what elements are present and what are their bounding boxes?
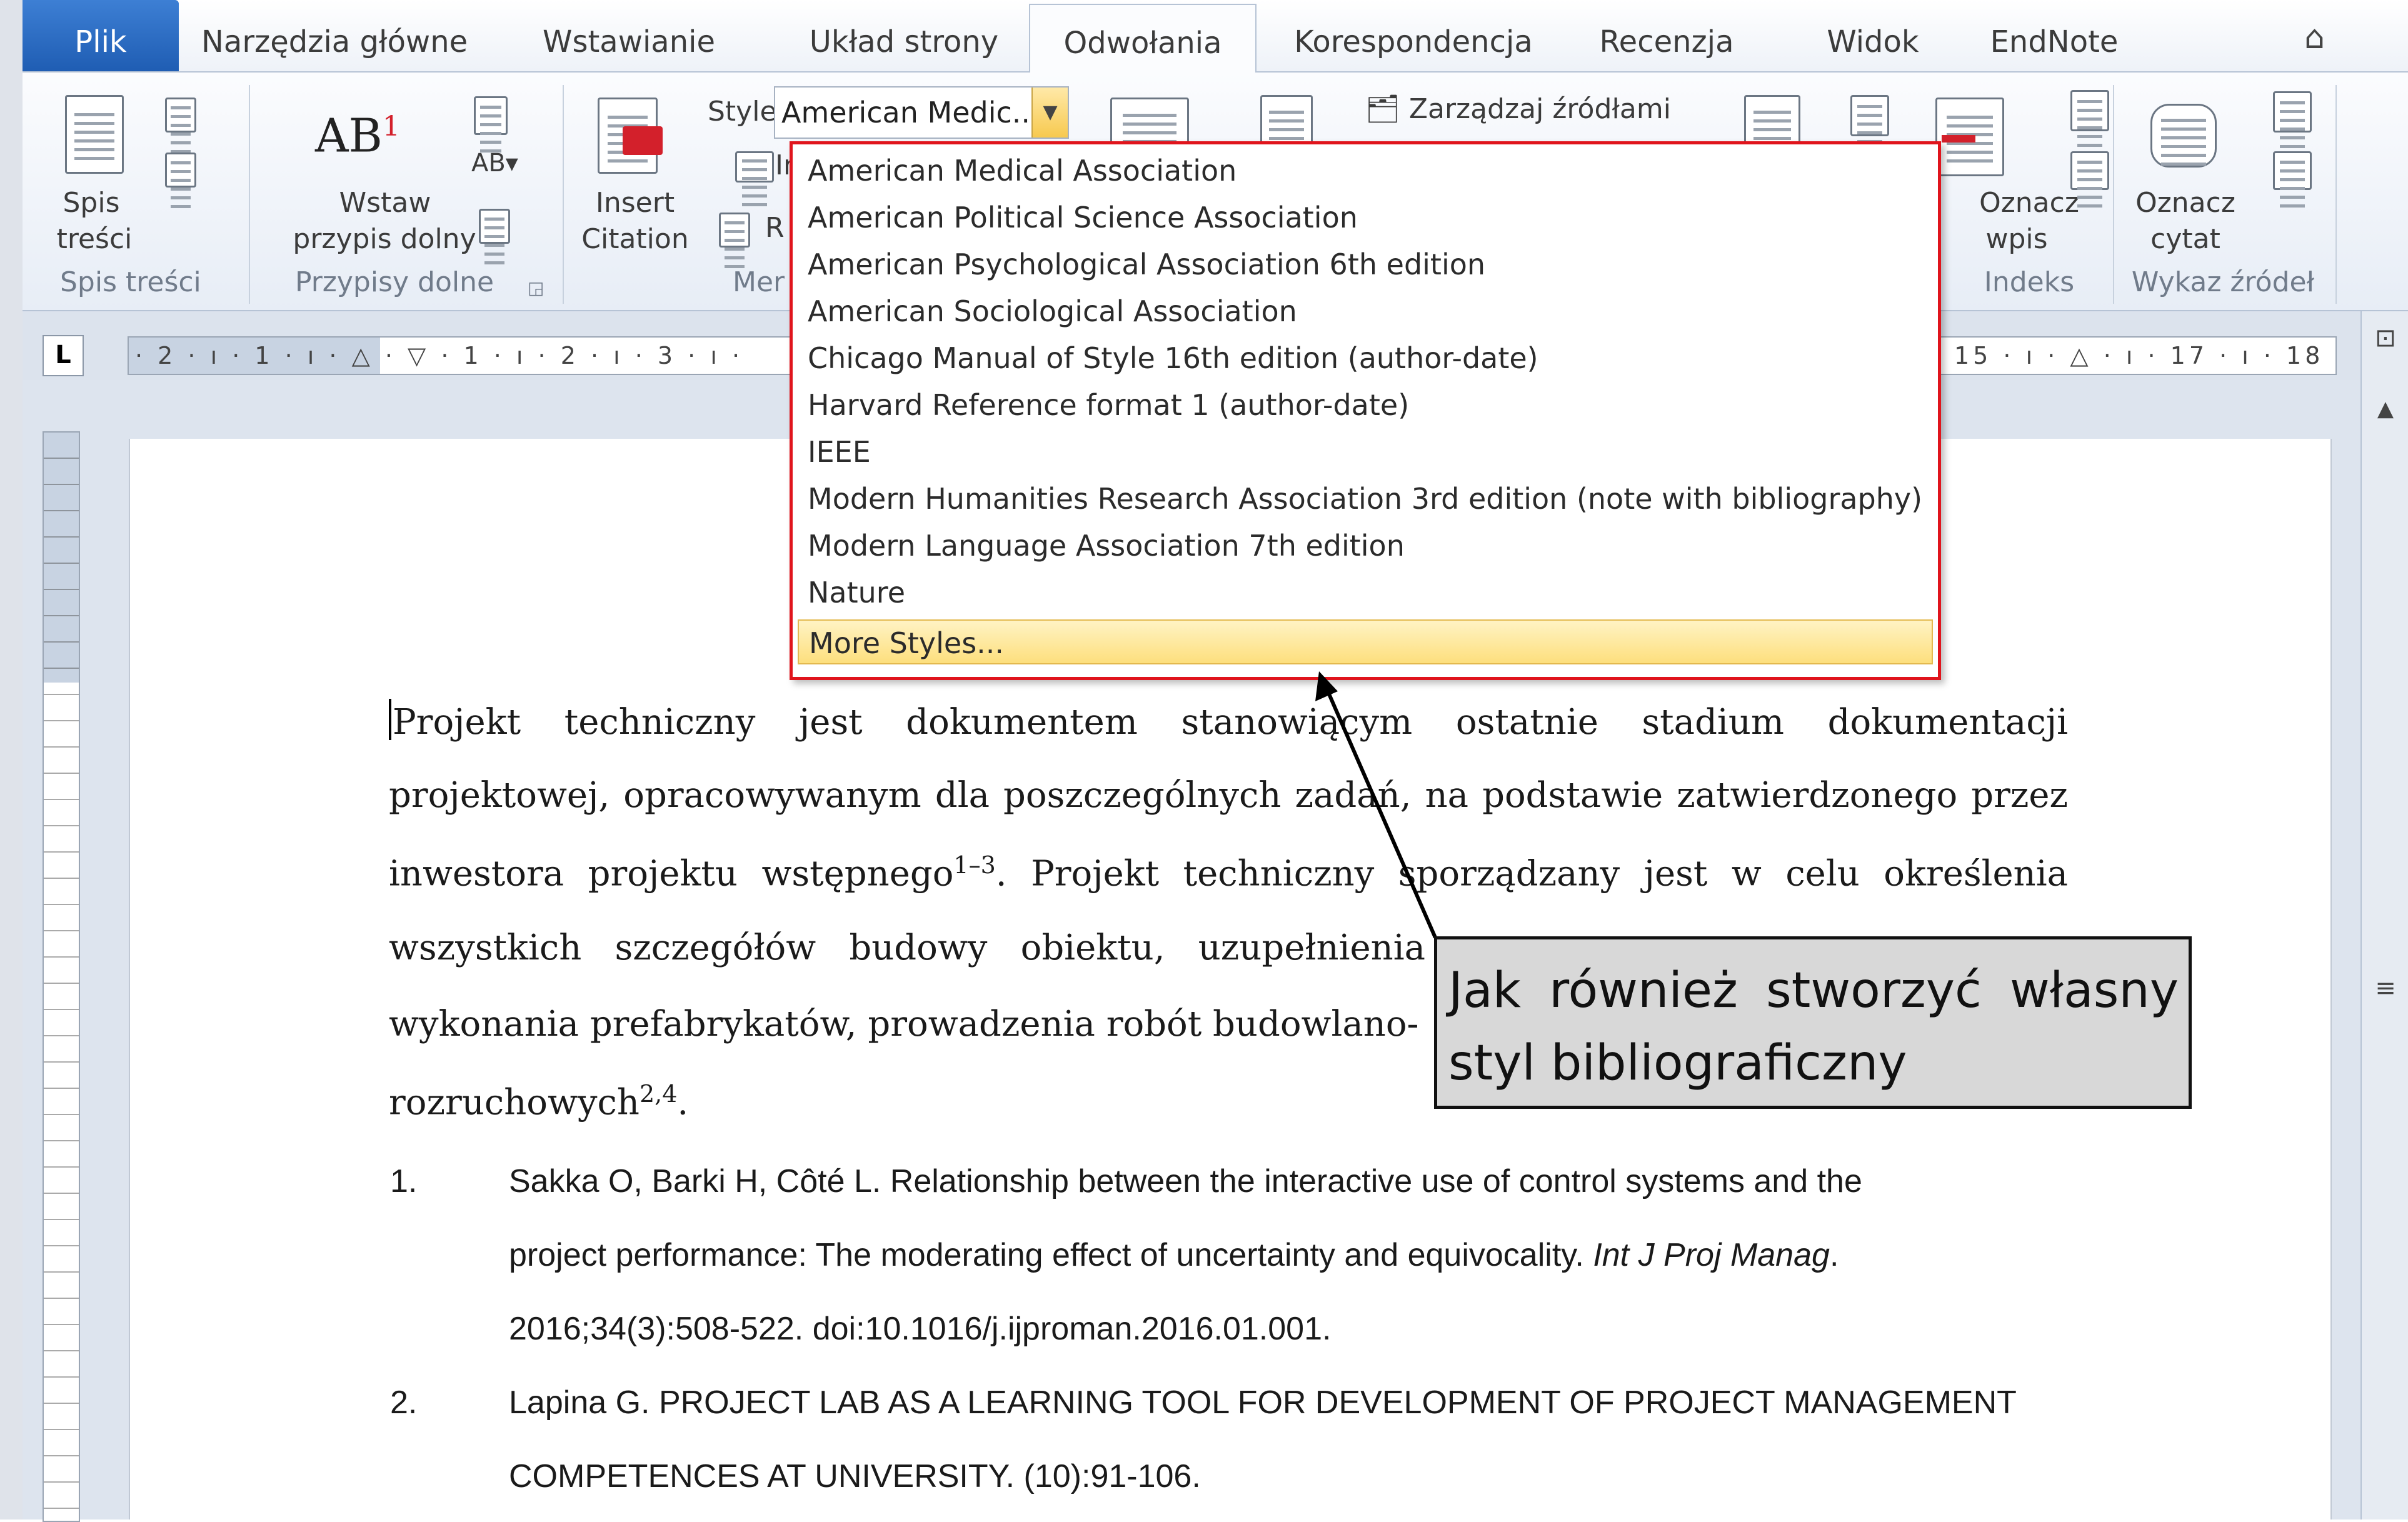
style-option[interactable]: American Medical Association bbox=[798, 148, 1933, 193]
mark-citation-line2[interactable]: cytat bbox=[2123, 221, 2248, 258]
toc-button-line1[interactable]: Spis bbox=[41, 185, 141, 221]
style-option[interactable]: IEEE bbox=[798, 429, 1933, 474]
add-text-icon[interactable] bbox=[165, 98, 196, 133]
update-table-of-authorities-icon[interactable] bbox=[2273, 151, 2312, 190]
minus-icon bbox=[1942, 135, 1975, 143]
footnote-button-line2[interactable]: przypis dolny bbox=[269, 221, 500, 258]
style-option[interactable]: American Sociological Association bbox=[798, 289, 1933, 334]
insert-citation-line2[interactable]: Citation bbox=[573, 221, 698, 258]
show-notes-icon[interactable] bbox=[479, 209, 510, 244]
mark-entry-line1[interactable]: Oznacz bbox=[1979, 185, 2079, 221]
tab-view[interactable]: Widok bbox=[1810, 0, 1935, 71]
reference-number: 2. bbox=[390, 1384, 418, 1421]
group-separator bbox=[249, 85, 250, 304]
manage-sources-icon: 🗂 bbox=[1365, 93, 1409, 125]
group-label-footnotes: Przypisy dolne bbox=[294, 266, 494, 298]
insert-table-of-authorities-icon[interactable] bbox=[2273, 91, 2312, 133]
partial-button-r[interactable]: R bbox=[765, 210, 785, 246]
mark-entry-line2[interactable]: wpis bbox=[1979, 221, 2054, 258]
next-footnote-icon[interactable]: AB▾ bbox=[471, 145, 518, 181]
tab-insert[interactable]: Wstawianie bbox=[541, 0, 716, 71]
tab-file[interactable]: Plik bbox=[23, 0, 179, 71]
scroll-up-icon[interactable]: ▲ bbox=[2362, 396, 2408, 421]
reference-number: 1. bbox=[390, 1163, 418, 1199]
update-table-icon[interactable] bbox=[165, 153, 196, 188]
style-option[interactable]: Modern Humanities Research Association 3… bbox=[798, 476, 1933, 521]
paragraph-line[interactable]: rozruchowych2,4. bbox=[389, 1080, 688, 1123]
ribbon-tab-bar: Plik Narzędzia główne Wstawianie Układ s… bbox=[23, 0, 2408, 76]
insert-footnote-icon[interactable]: AB1 bbox=[315, 109, 400, 159]
ruler-ticks bbox=[44, 433, 79, 1521]
style-option[interactable]: American Political Science Association bbox=[798, 195, 1933, 240]
mark-citation-icon[interactable] bbox=[2150, 104, 2217, 168]
annotation-callout: Jak również stworzyć własny styl bibliog… bbox=[1434, 936, 2192, 1109]
style-option[interactable]: Modern Language Association 7th edition bbox=[798, 523, 1933, 568]
paragraph-line[interactable]: wszystkich szczegółów budowy obiektu, uz… bbox=[389, 928, 1425, 968]
bibliography-style-combobox[interactable]: American Medic... ▼ bbox=[774, 86, 1069, 139]
endnote-badge-icon bbox=[623, 126, 663, 155]
style-option[interactable]: Harvard Reference format 1 (author-date) bbox=[798, 383, 1933, 428]
reference-line[interactable]: 2016;34(3):508-522. doi:10.1016/j.ijprom… bbox=[509, 1310, 1331, 1348]
insert-index-small-icon[interactable] bbox=[2070, 90, 2109, 131]
style-option[interactable]: Nature bbox=[798, 570, 1933, 615]
mark-citation-line1[interactable]: Oznacz bbox=[2123, 185, 2248, 221]
group-separator bbox=[563, 85, 564, 304]
tab-home[interactable]: Narzędzia główne bbox=[201, 0, 468, 71]
paragraph-line[interactable]: projektowej, opracowywanym dla poszczegó… bbox=[389, 775, 2068, 816]
footnote-button-line1[interactable]: Wstaw bbox=[285, 185, 485, 221]
ruler-right-scale: 15 · ı · △ · ı · 17 · ı · 18 · bbox=[1954, 342, 2337, 369]
ruler-left-scale: · 2 · ı · 1 · ı · △ · ▽ · 1 · ı · 2 · ı … bbox=[135, 342, 744, 369]
window-left-edge bbox=[0, 0, 23, 1519]
reference-line[interactable]: Lapina G. PROJECT LAB AS A LEARNING TOOL… bbox=[509, 1384, 2017, 1421]
callout-text: Jak również stworzyć własny styl bibliog… bbox=[1448, 963, 2179, 1091]
update-citations-icon[interactable] bbox=[719, 213, 750, 248]
paragraph-line[interactable]: wykonania prefabrykatów, prowadzenia rob… bbox=[389, 1004, 1418, 1044]
chevron-down-icon[interactable]: ▼ bbox=[1031, 88, 1068, 138]
toc-button-line2[interactable]: treści bbox=[41, 221, 148, 258]
insert-endnote-icon[interactable] bbox=[474, 96, 508, 135]
minimize-ribbon-icon[interactable]: ⌂ bbox=[2304, 19, 2325, 56]
paragraph-line[interactable]: inwestora projektu wstępnego1–3. Projekt… bbox=[389, 851, 2068, 894]
style-combo-value: American Medic... bbox=[781, 96, 1040, 129]
text-cursor bbox=[389, 699, 391, 740]
dialog-launcher-icon[interactable]: ◲ bbox=[528, 270, 544, 306]
insert-index-icon[interactable] bbox=[1850, 95, 1889, 136]
group-label-toc: Spis treści bbox=[60, 266, 201, 298]
vertical-scrollbar[interactable]: ⊡ ▲ ≡ bbox=[2360, 311, 2408, 1519]
tab-endnote[interactable]: EndNote bbox=[1973, 0, 2135, 71]
manage-sources-button[interactable]: 🗂 Zarządzaj źródłami bbox=[1365, 91, 1671, 128]
tab-review[interactable]: Recenzja bbox=[1592, 0, 1742, 71]
tab-page-layout[interactable]: Układ strony bbox=[798, 0, 1010, 71]
reference-line[interactable]: project performance: The moderating effe… bbox=[509, 1236, 1839, 1274]
reference-line[interactable]: COMPETENCES AT UNIVERSITY. (10):91-106. bbox=[509, 1458, 1201, 1495]
paragraph-line[interactable]: Projekt techniczny jest dokumentem stano… bbox=[389, 699, 2068, 743]
tab-mailings[interactable]: Korespondencja bbox=[1292, 0, 1535, 71]
update-index-icon[interactable] bbox=[2070, 151, 2109, 190]
view-ruler-icon[interactable]: ⊡ bbox=[2362, 324, 2408, 353]
group-separator bbox=[2335, 85, 2337, 304]
group-separator bbox=[2113, 85, 2114, 304]
group-label-index: Indeks bbox=[1984, 266, 2075, 298]
insert-citation-line1[interactable]: Insert bbox=[573, 185, 698, 221]
tab-selector-icon[interactable]: L bbox=[43, 335, 84, 376]
style-option[interactable]: American Psychological Association 6th e… bbox=[798, 242, 1933, 287]
style-option[interactable]: Chicago Manual of Style 16th edition (au… bbox=[798, 336, 1933, 381]
table-of-contents-icon[interactable] bbox=[65, 95, 124, 174]
reference-line[interactable]: Sakka O, Barki H, Côté L. Relationship b… bbox=[509, 1163, 1862, 1200]
scroll-thumb-grip-icon[interactable]: ≡ bbox=[2362, 974, 2408, 1003]
tab-references[interactable]: Odwołania bbox=[1029, 4, 1257, 76]
more-styles-option[interactable]: More Styles... bbox=[798, 619, 1933, 664]
insert-in-icon[interactable] bbox=[735, 151, 774, 183]
vertical-ruler[interactable] bbox=[43, 431, 80, 1522]
group-label-authorities: Wykaz źródeł bbox=[2131, 266, 2315, 298]
bibliography-style-dropdown: American Medical Association American Po… bbox=[790, 141, 1941, 680]
